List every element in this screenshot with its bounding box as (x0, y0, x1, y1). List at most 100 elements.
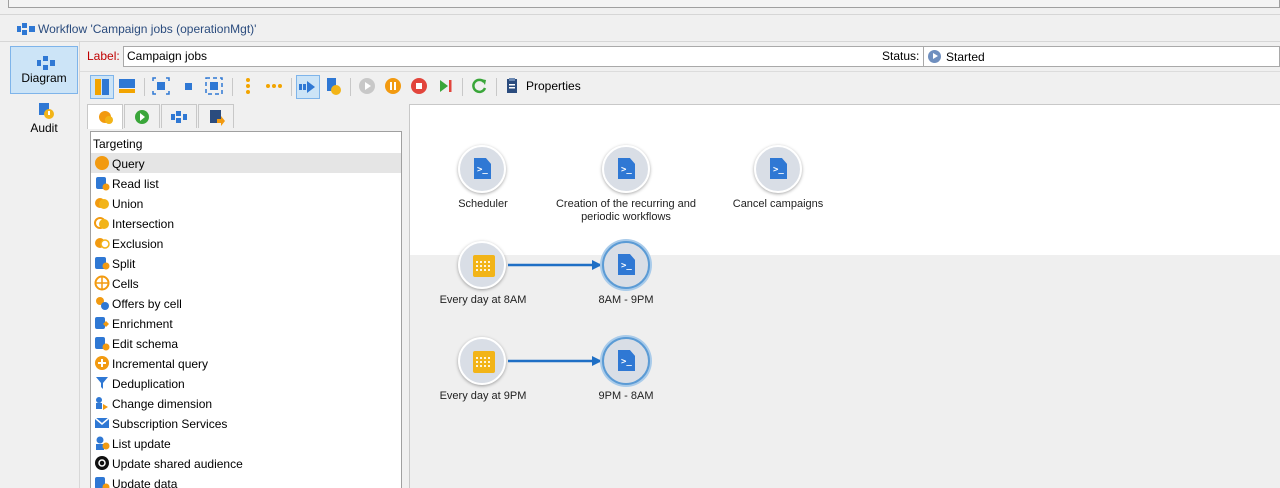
script-icon (618, 158, 635, 179)
square-button[interactable] (177, 75, 201, 99)
palette-item-cells[interactable]: Cells (91, 273, 401, 293)
flow-control-tab-icon (135, 110, 149, 124)
layout-horizontal-button[interactable] (116, 75, 140, 99)
palette-item-label: Enrichment (112, 317, 173, 331)
palette-item-label: Cells (112, 277, 139, 291)
workflow-canvas[interactable]: Scheduler Creation of the recurring and … (409, 104, 1280, 488)
incremental-query-icon (95, 356, 109, 370)
nav-audit-button[interactable]: Audit (10, 95, 78, 143)
palette-item-split[interactable]: Split (91, 253, 401, 273)
palette-item-label: Incremental query (112, 357, 209, 371)
activity-cancel-campaigns[interactable] (754, 145, 802, 193)
toolbar-separator (144, 78, 145, 96)
palette-item-update-data[interactable]: Update data (91, 473, 401, 488)
toolbar-separator (291, 78, 292, 96)
label-input[interactable]: Campaign jobs (123, 46, 955, 67)
tab-actions[interactable] (161, 104, 197, 128)
align-vertical-button[interactable] (237, 75, 261, 99)
activity-every-day-8am[interactable] (458, 241, 506, 289)
palette-item-label: Exclusion (112, 237, 164, 251)
step-button[interactable] (434, 75, 458, 99)
calendar-icon (473, 255, 495, 277)
tab-flow-control[interactable] (124, 104, 160, 128)
palette-item-query[interactable]: Query (91, 153, 401, 173)
pause-icon (385, 78, 401, 94)
palette-item-incremental-query[interactable]: Incremental query (91, 353, 401, 373)
enrichment-icon (95, 317, 109, 329)
layout-vertical-button[interactable] (90, 75, 114, 99)
update-data-icon (95, 477, 110, 488)
activity-creation-workflows[interactable] (602, 145, 650, 193)
status-caption: Status: (882, 49, 920, 63)
script-icon (770, 158, 787, 179)
subscription-services-icon (94, 417, 110, 428)
palette-item-list-update[interactable]: List update (91, 433, 401, 453)
nav-audit-label: Audit (30, 121, 58, 135)
label-caption: Label: (87, 49, 120, 63)
offers-by-cell-icon (96, 297, 109, 310)
palette-item-label: Split (112, 257, 136, 271)
targeting-tab-icon (99, 111, 113, 124)
palette-tabs (87, 104, 239, 129)
read-list-icon (96, 177, 110, 191)
stop-button[interactable] (408, 75, 432, 99)
layout-vertical-icon (95, 79, 109, 95)
activity-palette: Targeting Query Read list Union Intersectio… (90, 131, 402, 488)
select-all-button[interactable] (150, 75, 174, 99)
transitions-button[interactable] (296, 75, 320, 99)
diagram-toolbar: Properties (80, 71, 1280, 101)
align-horizontal-button[interactable] (263, 75, 287, 99)
step-icon (440, 80, 452, 92)
palette-item-enrichment[interactable]: Enrichment (91, 313, 401, 333)
palette-item-update-shared-audience[interactable]: Update shared audience (91, 453, 401, 473)
palette-item-intersection[interactable]: Intersection (91, 213, 401, 233)
palette-item-exclusion[interactable]: Exclusion (91, 233, 401, 253)
align-vertical-icon (246, 78, 250, 94)
palette-header: Targeting (93, 137, 143, 151)
palette-item-read-list[interactable]: Read list (91, 173, 401, 193)
properties-button[interactable]: Properties (526, 79, 581, 93)
properties-icon-button[interactable] (501, 75, 525, 99)
palette-item-subscription-services[interactable]: Subscription Services (91, 413, 401, 433)
palette-item-label: Update shared audience (112, 457, 243, 471)
activity-label: 8AM - 9PM (598, 294, 654, 306)
nav-diagram-button[interactable]: Diagram (10, 46, 78, 94)
started-status-icon (928, 50, 941, 63)
tab-targeting[interactable] (87, 104, 123, 129)
calendar-icon (473, 351, 495, 373)
select-all-icon (152, 77, 170, 95)
activity-9pm-8am[interactable] (602, 337, 650, 385)
events-tab-icon (210, 110, 225, 126)
tab-events[interactable] (198, 104, 234, 128)
palette-item-change-dimension[interactable]: Change dimension (91, 393, 401, 413)
activity-8am-9pm[interactable] (602, 241, 650, 289)
edit-button[interactable] (322, 75, 346, 99)
fit-button[interactable] (203, 75, 227, 99)
pause-button[interactable] (382, 75, 406, 99)
palette-item-label: Deduplication (112, 377, 185, 391)
refresh-button[interactable] (468, 75, 492, 99)
palette-item-label: Union (112, 197, 144, 211)
change-dimension-icon (96, 397, 108, 410)
edit-icon (327, 78, 341, 95)
diagram-icon (37, 56, 55, 70)
start-button[interactable] (356, 75, 380, 99)
layout-horizontal-icon (119, 79, 135, 93)
palette-item-edit-schema[interactable]: Edit schema (91, 333, 401, 353)
activity-every-day-9pm[interactable] (458, 337, 506, 385)
status-field: Started (923, 46, 1280, 67)
update-shared-audience-icon (95, 456, 109, 470)
script-icon (474, 158, 491, 179)
palette-item-union[interactable]: Union (91, 193, 401, 213)
toolbar-separator (462, 78, 463, 96)
script-icon (618, 350, 635, 371)
workflow-icon (17, 23, 35, 35)
activity-scheduler[interactable] (458, 145, 506, 193)
palette-item-label: Subscription Services (112, 417, 228, 431)
palette-item-offers-by-cell[interactable]: Offers by cell (91, 293, 401, 313)
palette-item-deduplication[interactable]: Deduplication (91, 373, 401, 393)
cells-icon (94, 275, 110, 291)
palette-item-label: Offers by cell (112, 297, 182, 311)
start-icon (359, 78, 375, 94)
palette-item-label: List update (112, 437, 171, 451)
